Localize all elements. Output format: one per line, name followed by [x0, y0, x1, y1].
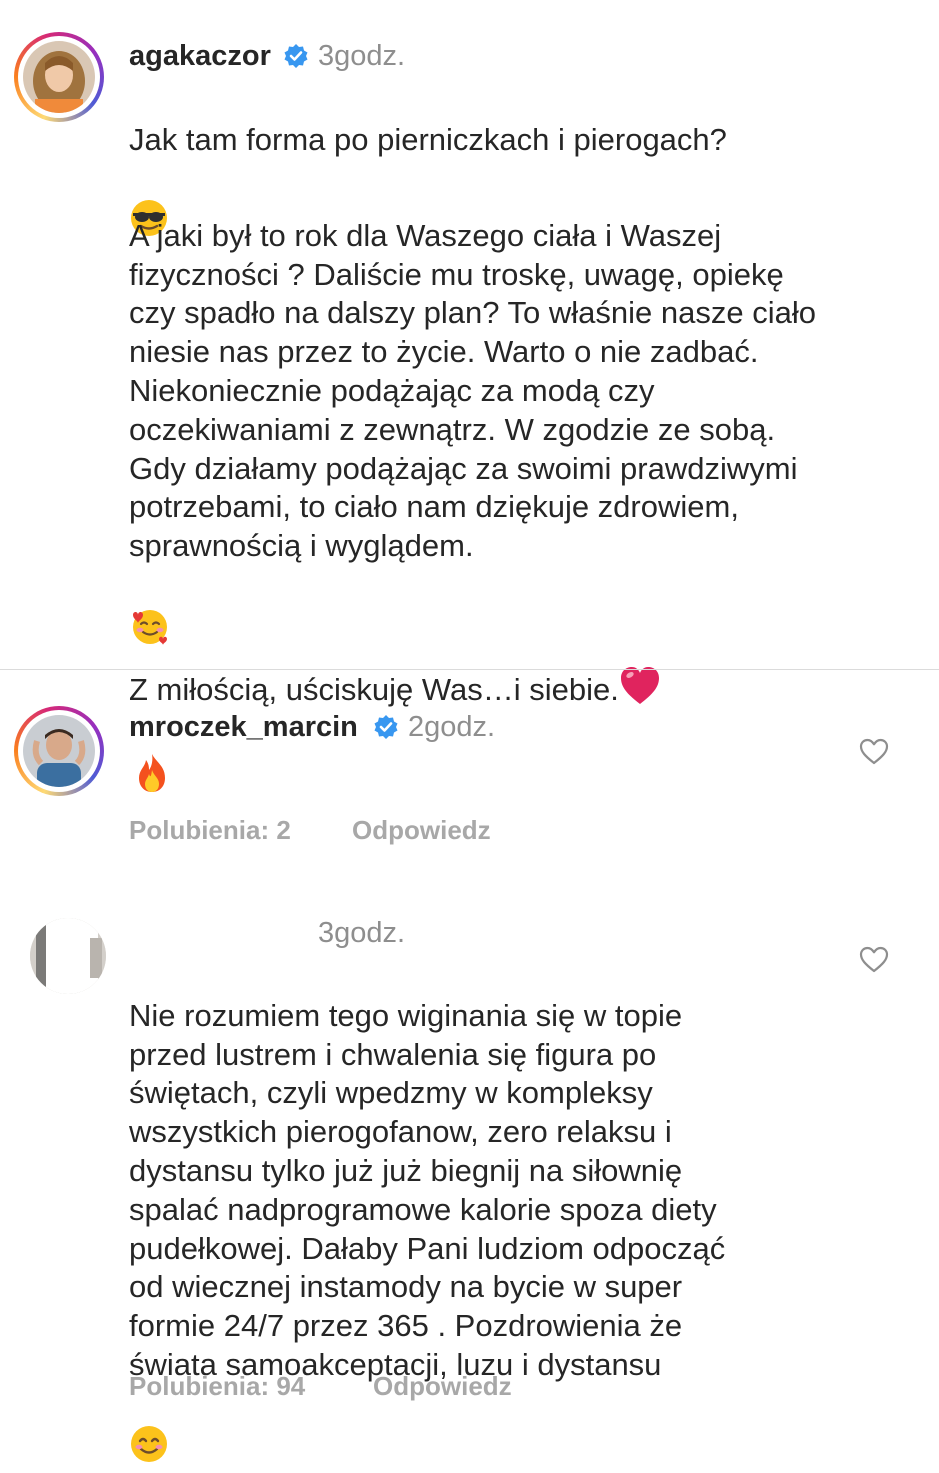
- caption-line1-text: Jak tam forma po pierniczkach i pierogac…: [129, 121, 727, 157]
- avatar-photo: [23, 41, 95, 113]
- avatar-mroczek-marcin[interactable]: [14, 706, 104, 796]
- avatar-agakaczor[interactable]: [14, 32, 104, 122]
- avatar-anonymous[interactable]: [30, 918, 106, 994]
- comment-time: 3godz.: [318, 917, 406, 949]
- caption-username[interactable]: agakaczor: [129, 40, 271, 73]
- fire-emoji: [132, 752, 172, 799]
- red-heart-emoji: [619, 627, 661, 716]
- avatar-photo: [30, 918, 106, 994]
- verified-badge-icon: [374, 715, 398, 739]
- likes-count[interactable]: Polubienia: 2: [129, 815, 291, 846]
- likes-count[interactable]: Polubienia: 94: [129, 1371, 305, 1402]
- caption-paragraph-text: A jaki był to rok dla Waszego ciała i Wa…: [129, 217, 816, 564]
- comment-time: 2godz.: [408, 711, 496, 743]
- caption-closing-text: Z miłością, uściskuję Was…i siebie.: [129, 671, 619, 707]
- caption-time: 3godz.: [318, 40, 406, 72]
- comment-username[interactable]: mroczek_marcin: [129, 711, 358, 744]
- reply-button[interactable]: Odpowiedz: [352, 815, 491, 846]
- avatar-photo: [23, 715, 95, 787]
- like-heart-icon[interactable]: [859, 737, 889, 767]
- verified-badge-icon: [284, 44, 308, 68]
- caption-paragraph: A jaki był to rok dla Waszego ciała i Wa…: [129, 178, 816, 657]
- caption-divider: [0, 669, 939, 670]
- comment-text-content: Nie rozumiem tego wiginania się w topie …: [129, 997, 726, 1382]
- caption-closing: Z miłością, uściskuję Was…i siebie.: [129, 588, 661, 715]
- like-heart-icon[interactable]: [859, 945, 889, 975]
- reply-button[interactable]: Odpowiedz: [373, 1371, 512, 1402]
